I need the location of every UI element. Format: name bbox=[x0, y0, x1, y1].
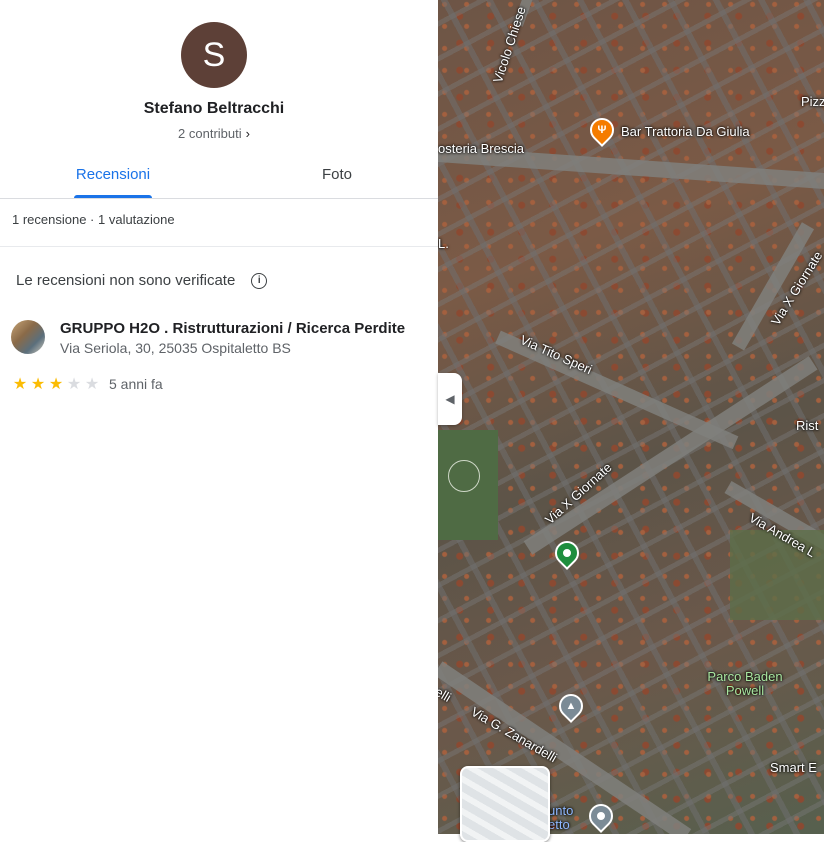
star-empty-icon: ★ bbox=[83, 374, 101, 394]
review-rating: ★ ★ ★ ★ ★ 5 anni fa bbox=[11, 374, 163, 394]
map-label-pizz: Pizz bbox=[801, 94, 824, 109]
star-filled-icon: ★ bbox=[11, 374, 29, 394]
review-count: 1 recensione · 1 valutazione bbox=[12, 212, 175, 227]
school-pin[interactable]: ▲ bbox=[554, 689, 588, 723]
map-label-l: L. bbox=[438, 236, 449, 251]
profile-name: Stefano Beltracchi bbox=[0, 100, 428, 118]
selected-place-pin[interactable] bbox=[550, 536, 584, 570]
contributions-label: 2 contributi bbox=[178, 126, 242, 141]
sports-field bbox=[438, 430, 498, 540]
avatar[interactable]: S bbox=[181, 22, 247, 88]
map-label-parco[interactable]: Parco Baden Powell bbox=[700, 670, 790, 698]
tab-reviews[interactable]: Recensioni bbox=[40, 152, 186, 196]
place-name[interactable]: GRUPPO H2O . Ristrutturazioni / Ricerca … bbox=[60, 320, 405, 337]
review-time: 5 anni fa bbox=[109, 376, 163, 392]
notice-text: Le recensioni non sono verificate bbox=[16, 272, 235, 289]
divider bbox=[0, 246, 438, 247]
chevron-right-icon: › bbox=[246, 126, 250, 141]
contributions-link[interactable]: 2 contributi › bbox=[0, 126, 428, 141]
star-filled-icon: ★ bbox=[47, 374, 65, 394]
map-label-smart: Smart E bbox=[770, 760, 817, 775]
layers-button[interactable] bbox=[460, 766, 550, 842]
place-address: Via Seriola, 30, 25035 Ospitaletto BS bbox=[60, 340, 291, 356]
restaurant-pin[interactable]: Ψ bbox=[585, 113, 619, 147]
star-filled-icon: ★ bbox=[29, 374, 47, 394]
side-panel: S Stefano Beltracchi 2 contributi › Rece… bbox=[0, 0, 438, 834]
map-label-osteria: osteria Brescia bbox=[438, 141, 524, 156]
info-icon[interactable]: i bbox=[251, 273, 267, 289]
pin-dot-icon bbox=[595, 810, 606, 821]
graduation-cap-icon: ▲ bbox=[561, 696, 581, 716]
place-thumbnail[interactable] bbox=[11, 320, 45, 354]
satellite-map[interactable]: Bar Trattoria Da Giulia osteria Brescia … bbox=[438, 0, 824, 834]
fork-knife-icon: Ψ bbox=[592, 120, 612, 140]
map-label-bar[interactable]: Bar Trattoria Da Giulia bbox=[621, 124, 750, 139]
tab-bar: Recensioni Foto bbox=[0, 152, 438, 199]
place-pin[interactable] bbox=[584, 799, 618, 833]
map-label-punto: unto etto bbox=[548, 804, 582, 832]
star-empty-icon: ★ bbox=[65, 374, 83, 394]
collapse-panel-button[interactable]: ◀ bbox=[438, 373, 462, 425]
map-label-rist: Rist bbox=[796, 418, 818, 433]
unverified-notice: Le recensioni non sono verificate i bbox=[16, 272, 267, 289]
tab-photos[interactable]: Foto bbox=[264, 152, 410, 196]
map-label-vicolo: Vicolo Chiese bbox=[490, 5, 529, 85]
chevron-left-icon: ◀ bbox=[445, 392, 454, 406]
pin-dot-icon bbox=[561, 547, 572, 558]
